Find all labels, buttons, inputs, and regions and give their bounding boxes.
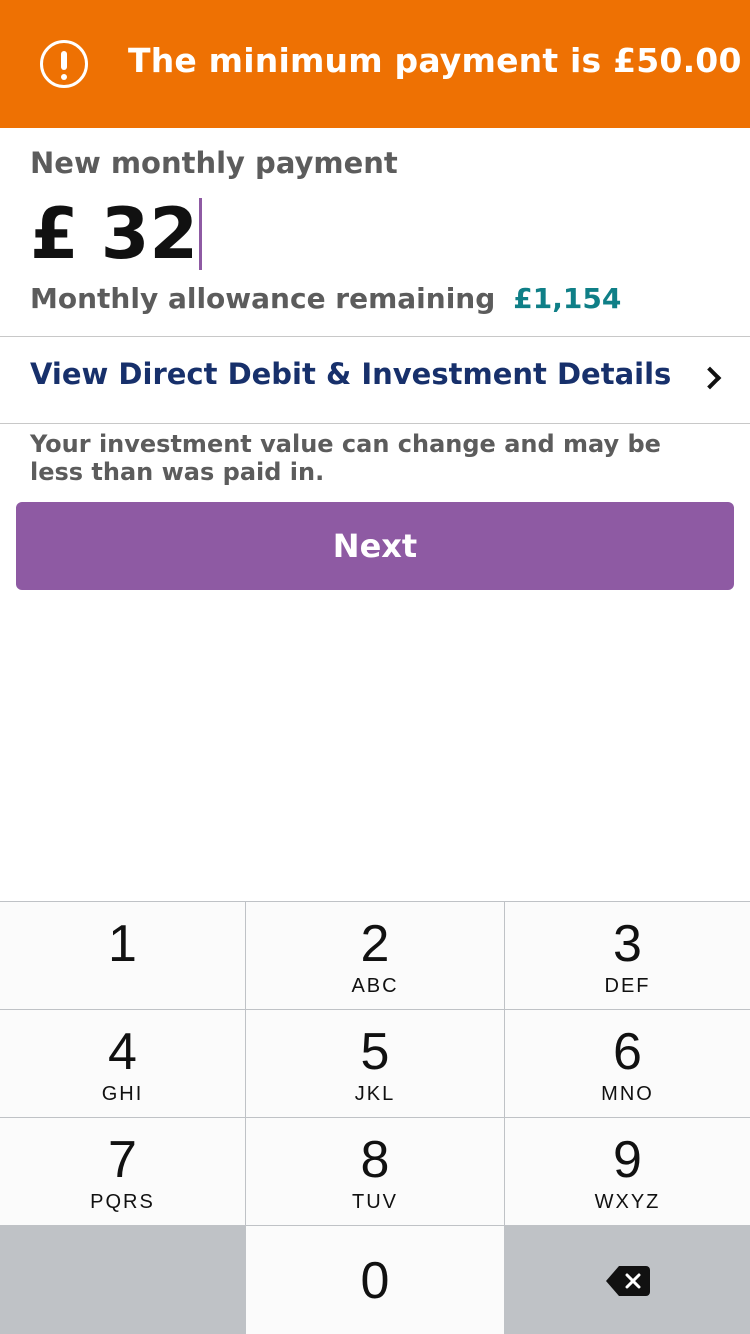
key-8[interactable]: 8 TUV [246, 1118, 504, 1225]
key-digit: 6 [613, 1023, 642, 1081]
key-letters: PQRS [90, 1191, 155, 1213]
investment-disclaimer: Your investment value can change and may… [30, 430, 661, 486]
key-digit: 3 [613, 915, 642, 973]
payment-amount-input[interactable]: £ 32 [30, 193, 203, 275]
key-blank [0, 1226, 245, 1334]
exclamation-circle-icon [40, 40, 88, 88]
key-letters: MNO [601, 1083, 654, 1105]
key-1[interactable]: 1 [0, 902, 245, 1009]
details-link-label[interactable]: View Direct Debit & Investment Details [30, 357, 671, 391]
key-letters: WXYZ [594, 1191, 661, 1213]
allowance-label: Monthly allowance remaining [30, 282, 496, 315]
key-letters: TUV [352, 1191, 398, 1213]
key-digit: 4 [108, 1023, 137, 1081]
payment-field-label: New monthly payment [30, 146, 398, 180]
alert-message: The minimum payment is £50.00 [128, 41, 742, 80]
key-digit: 2 [360, 915, 390, 973]
alert-banner: The minimum payment is £50.00 [0, 0, 750, 128]
key-digit: 8 [360, 1131, 390, 1189]
payment-section: New monthly payment £ 32 Monthly allowan… [0, 128, 750, 337]
allowance-value: £1,154 [513, 282, 622, 315]
key-6[interactable]: 6 MNO [505, 1010, 750, 1117]
backspace-icon[interactable] [605, 1265, 651, 1297]
numeric-keypad: 1 2 ABC 3 DEF 4 GHI 5 JKL 6 MNO 7 PQRS 8… [0, 901, 750, 1334]
key-letters: ABC [351, 975, 399, 997]
key-2[interactable]: 2 ABC [246, 902, 504, 1009]
allowance-row: Monthly allowance remaining £1,154 [30, 282, 621, 315]
key-digit: 1 [108, 915, 137, 973]
key-digit: 5 [360, 1023, 390, 1081]
chevron-right-icon[interactable] [698, 366, 722, 390]
key-letters: DEF [604, 975, 651, 997]
key-5[interactable]: 5 JKL [246, 1010, 504, 1117]
key-digit: 7 [108, 1131, 137, 1189]
key-digit: 9 [613, 1131, 642, 1189]
direct-debit-details-link[interactable]: View Direct Debit & Investment Details [0, 337, 750, 424]
key-3[interactable]: 3 DEF [505, 902, 750, 1009]
delete-key[interactable] [505, 1226, 750, 1334]
currency-symbol: £ [30, 193, 79, 275]
payment-amount-value[interactable]: 32 [101, 194, 198, 274]
next-button[interactable]: Next [16, 502, 734, 590]
key-letters: GHI [101, 1083, 144, 1105]
key-0[interactable]: 0 [246, 1226, 504, 1334]
key-letters: JKL [354, 1083, 396, 1105]
key-4[interactable]: 4 GHI [0, 1010, 245, 1117]
key-9[interactable]: 9 WXYZ [505, 1118, 750, 1225]
key-7[interactable]: 7 PQRS [0, 1118, 245, 1225]
text-cursor [199, 198, 203, 270]
key-digit: 0 [360, 1252, 390, 1310]
